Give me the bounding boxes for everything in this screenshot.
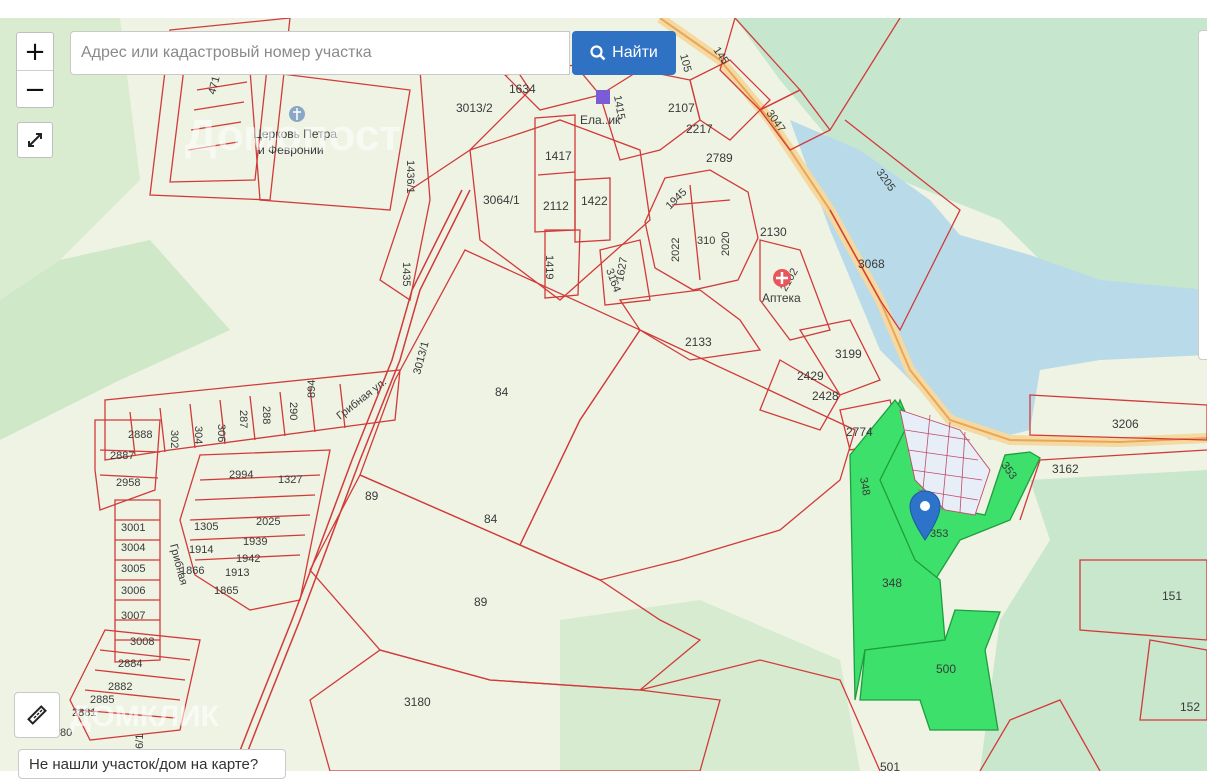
svg-text:1913: 1913: [225, 567, 249, 579]
zoom-in-button[interactable]: +: [17, 33, 53, 71]
svg-text:89: 89: [365, 489, 379, 503]
search-icon: [590, 45, 606, 61]
svg-text:89: 89: [474, 595, 488, 609]
svg-text:2020: 2020: [720, 232, 732, 256]
svg-text:2958: 2958: [116, 477, 140, 489]
cadastral-map[interactable]: 3013/2 1634 2107 2217 2789 1417 2112 142…: [0, 18, 1207, 771]
search-button-label: Найти: [612, 44, 658, 61]
svg-text:2133: 2133: [685, 335, 712, 349]
zoom-out-button[interactable]: −: [17, 71, 53, 108]
svg-text:2107: 2107: [668, 101, 695, 115]
watermark-bottom: ДОМКЛИК: [70, 700, 220, 733]
svg-text:1942: 1942: [236, 553, 260, 565]
svg-text:3162: 3162: [1052, 462, 1079, 476]
svg-text:310: 310: [697, 235, 715, 247]
svg-text:3180: 3180: [404, 695, 431, 709]
shop-icon: [596, 90, 610, 104]
svg-text:302: 302: [168, 430, 180, 448]
svg-text:1327: 1327: [278, 474, 302, 486]
svg-text:1435: 1435: [400, 262, 412, 286]
pharmacy-label: Аптека: [762, 291, 801, 305]
village-label: Ела..ик: [580, 113, 621, 127]
svg-text:2887: 2887: [110, 450, 134, 462]
svg-text:2888: 2888: [128, 429, 152, 441]
watermark-top: Домопост: [185, 111, 401, 160]
svg-text:152: 152: [1180, 700, 1200, 714]
search-input[interactable]: [70, 31, 570, 75]
svg-text:1436/1: 1436/1: [404, 160, 416, 194]
svg-text:1417: 1417: [545, 149, 572, 163]
svg-text:290: 290: [287, 402, 299, 420]
svg-text:2774: 2774: [846, 425, 873, 439]
side-panel-toggle[interactable]: [1198, 30, 1207, 360]
svg-text:1634: 1634: [509, 82, 536, 96]
svg-text:2130: 2130: [760, 225, 787, 239]
svg-text:304: 304: [192, 426, 204, 444]
svg-text:3206: 3206: [1112, 417, 1139, 431]
svg-text:3006: 3006: [121, 585, 145, 597]
svg-text:1865: 1865: [214, 585, 238, 597]
measure-button[interactable]: [14, 692, 60, 738]
svg-text:306: 306: [215, 424, 227, 442]
svg-text:288: 288: [260, 406, 272, 424]
svg-text:2025: 2025: [256, 516, 280, 528]
svg-text:1419: 1419: [543, 255, 555, 279]
svg-text:3199: 3199: [835, 347, 862, 361]
svg-text:3001: 3001: [121, 522, 145, 534]
svg-text:1939: 1939: [243, 536, 267, 548]
svg-text:1422: 1422: [581, 194, 608, 208]
svg-text:3008: 3008: [130, 636, 154, 648]
svg-text:84: 84: [495, 385, 509, 399]
parcel-label: 3013/2: [456, 101, 493, 115]
fullscreen-button[interactable]: [17, 122, 53, 158]
svg-text:1914: 1914: [189, 544, 213, 556]
svg-text:2882: 2882: [108, 681, 132, 693]
map-canvas[interactable]: 3013/2 1634 2107 2217 2789 1417 2112 142…: [0, 18, 1207, 771]
svg-text:151: 151: [1162, 589, 1182, 603]
svg-text:2112: 2112: [543, 199, 569, 213]
not-found-link[interactable]: Не нашли участок/дом на карте?: [18, 749, 286, 779]
svg-text:3068: 3068: [858, 257, 885, 271]
svg-text:353: 353: [930, 528, 948, 540]
svg-text:894: 894: [306, 380, 318, 398]
svg-text:348: 348: [882, 576, 902, 590]
svg-text:3007: 3007: [121, 610, 145, 622]
svg-text:2884: 2884: [118, 658, 142, 670]
svg-text:2217: 2217: [686, 122, 713, 136]
svg-text:1305: 1305: [194, 521, 218, 533]
search-button[interactable]: Найти: [572, 31, 676, 75]
svg-text:2789: 2789: [706, 151, 733, 165]
svg-text:3005: 3005: [121, 563, 145, 575]
svg-text:287: 287: [237, 410, 249, 428]
zoom-controls: + −: [16, 32, 54, 108]
svg-text:501: 501: [880, 760, 900, 771]
svg-text:3064/1: 3064/1: [483, 193, 520, 207]
svg-text:2428: 2428: [812, 389, 839, 403]
svg-text:2022: 2022: [670, 238, 682, 262]
svg-text:2429: 2429: [797, 369, 824, 383]
svg-text:2994: 2994: [229, 469, 253, 481]
svg-text:500: 500: [936, 662, 956, 676]
svg-text:84: 84: [484, 512, 498, 526]
svg-text:3004: 3004: [121, 542, 145, 554]
expand-icon: [28, 133, 42, 147]
ruler-icon: [27, 705, 47, 725]
